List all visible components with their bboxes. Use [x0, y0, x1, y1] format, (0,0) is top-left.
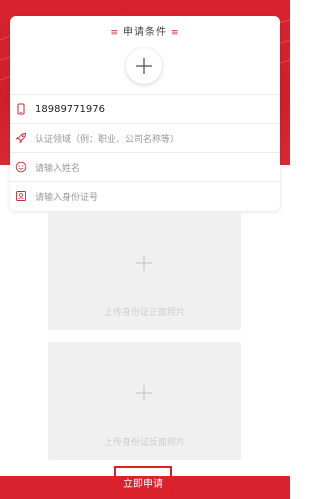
plus-icon — [136, 385, 152, 401]
submit-application-button[interactable]: 立即申请 — [114, 466, 172, 496]
domain-placeholder: 认证领域（例：职业、公司名称等） — [35, 134, 180, 145]
application-card: ≡ 申请条件 ≡ 18989771976 认证领域（例：职业、公司名称等） 请输入姓… — [10, 16, 280, 211]
upload-back-label: 上传身份证反面照片 — [103, 438, 185, 448]
plus-icon — [136, 58, 152, 74]
add-avatar-button[interactable] — [126, 48, 162, 84]
phone-icon — [17, 103, 25, 115]
upload-id-back[interactable]: 上传身份证反面照片 — [48, 342, 241, 460]
title-decoration-icon: ≡ — [110, 28, 119, 38]
name-placeholder: 请输入姓名 — [35, 163, 81, 174]
domain-field[interactable]: 认证领域（例：职业、公司名称等） — [10, 123, 280, 152]
id-number-placeholder: 请输入身份证号 — [35, 192, 99, 203]
smiley-icon — [15, 161, 27, 173]
plus-icon — [136, 255, 152, 271]
phone-field[interactable]: 18989771976 — [10, 94, 280, 123]
rocket-icon — [15, 133, 26, 144]
id-card-icon — [16, 191, 26, 201]
upload-id-front[interactable]: 上传身份证正面照片 — [48, 212, 241, 330]
id-number-field[interactable]: 请输入身份证号 — [10, 181, 280, 210]
name-field[interactable]: 请输入姓名 — [10, 152, 280, 181]
title-decoration-icon: ≡ — [171, 28, 180, 38]
upload-front-label: 上传身份证正面照片 — [103, 308, 185, 318]
phone-value: 18989771976 — [35, 103, 105, 115]
section-title: ≡ 申请条件 ≡ — [110, 27, 180, 38]
